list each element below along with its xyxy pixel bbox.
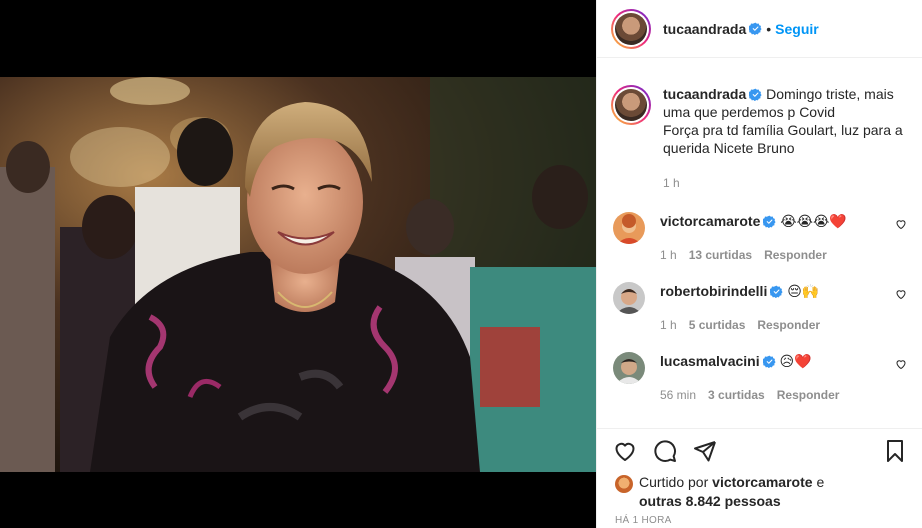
comment-time[interactable]: 1 h bbox=[660, 248, 677, 262]
liked-by: Curtido por victorcamarote e outras 8.84… bbox=[615, 473, 824, 511]
verified-badge-icon bbox=[749, 88, 762, 101]
comment-time[interactable]: 1 h bbox=[660, 318, 677, 332]
post-caption: tucaandrada Domingo triste, mais uma que… bbox=[611, 85, 911, 190]
comment-body: robertobirindelli 😔🙌 bbox=[660, 282, 913, 300]
caption-text: tucaandrada Domingo triste, mais uma que… bbox=[663, 85, 911, 157]
verified-badge-icon bbox=[770, 285, 783, 298]
post-actions: Curtido por victorcamarote e outras 8.84… bbox=[597, 428, 922, 528]
liked-user[interactable]: victorcamarote bbox=[712, 474, 812, 490]
comment-meta: 56 min 3 curtidas Responder bbox=[660, 388, 913, 402]
comment-likes[interactable]: 3 curtidas bbox=[708, 388, 765, 402]
comment-likes[interactable]: 5 curtidas bbox=[689, 318, 746, 332]
commenter-username[interactable]: robertobirindelli bbox=[660, 283, 767, 299]
comment-icon[interactable] bbox=[653, 439, 677, 463]
comment-body: lucasmalvacini 😥❤️ bbox=[660, 352, 913, 370]
verified-badge-icon bbox=[749, 22, 762, 35]
comment-time[interactable]: 56 min bbox=[660, 388, 696, 402]
commenter-avatar[interactable] bbox=[613, 352, 645, 384]
verified-badge-icon bbox=[763, 215, 776, 228]
photo-illustration bbox=[0, 77, 596, 472]
liker-avatar[interactable] bbox=[615, 475, 633, 493]
follow-button[interactable]: Seguir bbox=[775, 21, 819, 37]
post-media-area bbox=[0, 0, 596, 528]
post-sidebar: tucaandrada • Seguir tucaandrada Domingo… bbox=[596, 0, 922, 528]
comment-like-heart-icon[interactable] bbox=[895, 218, 907, 230]
commenter-username[interactable]: lucasmalvacini bbox=[660, 353, 760, 369]
comment-meta: 1 h 5 curtidas Responder bbox=[660, 318, 913, 332]
comment-text: 😔🙌 bbox=[787, 283, 820, 299]
liked-mid: e bbox=[816, 474, 825, 490]
post-photo[interactable] bbox=[0, 77, 596, 472]
commenter-avatar[interactable] bbox=[613, 282, 645, 314]
author-avatar[interactable] bbox=[611, 8, 651, 49]
comment-like-heart-icon[interactable] bbox=[895, 358, 907, 370]
liked-prefix: Curtido por bbox=[639, 474, 709, 490]
separator-dot: • bbox=[766, 20, 772, 37]
reply-button[interactable]: Responder bbox=[777, 388, 840, 402]
comment-text: 😭😭😭❤️ bbox=[780, 213, 847, 229]
comment-meta: 1 h 13 curtidas Responder bbox=[660, 248, 913, 262]
reply-button[interactable]: Responder bbox=[764, 248, 827, 262]
comment-item: victorcamarote 😭😭😭❤️ 1 h 13 curtidas Respo… bbox=[613, 212, 913, 262]
verified-badge-icon bbox=[762, 355, 776, 368]
share-icon[interactable] bbox=[693, 439, 717, 463]
comments-section: tucaandrada Domingo triste, mais uma que… bbox=[597, 58, 922, 428]
liked-others[interactable]: outras 8.842 pessoas bbox=[639, 493, 781, 509]
comment-item: robertobirindelli 😔🙌 1 h 5 curtidas Respon… bbox=[613, 282, 913, 332]
comment-text: 😥❤️ bbox=[779, 353, 812, 369]
comment-body: victorcamarote 😭😭😭❤️ bbox=[660, 212, 913, 230]
caption-author-avatar[interactable] bbox=[611, 85, 651, 125]
commenter-avatar[interactable] bbox=[613, 212, 645, 244]
post-header: tucaandrada • Seguir bbox=[597, 0, 922, 58]
action-icons bbox=[613, 439, 907, 465]
bookmark-icon[interactable] bbox=[883, 439, 907, 463]
comment-like-heart-icon[interactable] bbox=[895, 288, 907, 300]
commenter-username[interactable]: victorcamarote bbox=[660, 213, 760, 229]
author-username[interactable]: tucaandrada bbox=[663, 21, 746, 37]
reply-button[interactable]: Responder bbox=[757, 318, 820, 332]
author-line: tucaandrada • Seguir bbox=[663, 21, 819, 37]
caption-timestamp: 1 h bbox=[663, 176, 680, 190]
comment-item: lucasmalvacini 😥❤️ 56 min 3 curtidas Respo… bbox=[613, 352, 913, 402]
comment-likes[interactable]: 13 curtidas bbox=[689, 248, 752, 262]
caption-username[interactable]: tucaandrada bbox=[663, 86, 746, 102]
heart-icon[interactable] bbox=[613, 439, 637, 463]
post-timestamp[interactable]: HÁ 1 HORA bbox=[615, 515, 672, 526]
